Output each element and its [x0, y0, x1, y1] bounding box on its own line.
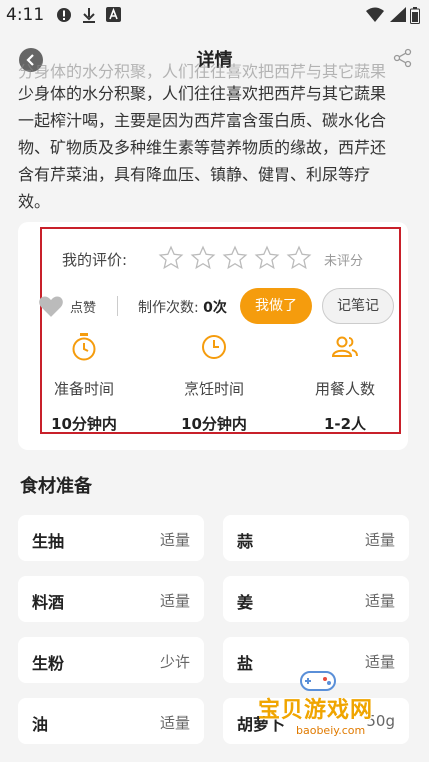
ingredient-item: 料酒 适量 — [18, 576, 204, 622]
ingredient-amount: 适量 — [159, 714, 190, 732]
rating-status: 未评分 — [324, 254, 364, 269]
stat-label: 准备时间 — [53, 380, 114, 398]
stat-value: 10分钟内 — [181, 415, 247, 433]
stat-prep-time: 准备时间 10分钟内 — [24, 332, 144, 434]
ingredient-item: 油 适量 — [18, 698, 204, 744]
ingredient-amount: 适量 — [159, 592, 190, 610]
status-bar: 4:11 — [0, 0, 429, 30]
app-a-icon — [106, 7, 121, 26]
ingredient-item: 姜 适量 — [223, 576, 409, 622]
ingredient-name: 生粉 — [32, 654, 65, 673]
star-icon[interactable] — [158, 245, 184, 271]
description-line: 物、矿物质及多种维生素等营养物质的缘故，西芹还 — [18, 138, 387, 157]
watermark: 宝贝游戏网 baobeiy.com — [258, 668, 408, 738]
clock-icon — [202, 335, 226, 359]
description-line: 一起榨汁喝，主要是因为西芹富含蛋白质、碳水化合 — [18, 111, 387, 130]
star-rating[interactable] — [158, 245, 312, 271]
watermark-url: baobeiy.com — [296, 724, 366, 737]
ingredient-amount: 适量 — [364, 531, 395, 549]
stat-label: 用餐人数 — [314, 380, 375, 398]
watermark-text: 宝贝游戏网 — [258, 698, 374, 723]
stat-label: 烹饪时间 — [183, 380, 244, 398]
make-count-label: 制作次数: — [138, 300, 199, 316]
stat-value: 1-2人 — [323, 415, 367, 433]
stat-servings: 用餐人数 1-2人 — [285, 332, 405, 434]
ingredient-item: 生粉 少许 — [18, 637, 204, 683]
ingredient-amount: 少许 — [159, 653, 190, 671]
stat-cook-time: 烹饪时间 10分钟内 — [154, 332, 274, 434]
heart-icon — [39, 296, 63, 317]
status-time: 4:11 — [6, 5, 45, 25]
like-button[interactable]: 点赞 — [38, 294, 96, 318]
rating-label: 我的评价: — [62, 251, 128, 269]
ingredients-title: 食材准备 — [20, 476, 92, 497]
ingredient-name: 蒜 — [237, 532, 254, 551]
star-icon[interactable] — [286, 245, 312, 271]
wifi-icon — [366, 7, 384, 26]
recipe-description: 分身体的水分积聚，人们往往喜欢把西芹与其它蔬果 少身体的水分积聚，人们往往喜欢把… — [18, 58, 413, 215]
description-faded-line: 分身体的水分积聚，人们往往喜欢把西芹与其它蔬果 — [18, 62, 387, 80]
people-icon — [331, 336, 358, 357]
like-label: 点赞 — [70, 300, 97, 316]
ingredient-amount: 适量 — [159, 531, 190, 549]
download-icon — [82, 7, 96, 27]
gamepad-icon — [300, 671, 336, 691]
ingredient-item: 生抽 适量 — [18, 515, 204, 561]
star-icon[interactable] — [190, 245, 216, 271]
stat-value: 10分钟内 — [51, 415, 117, 433]
signal-icon — [390, 7, 406, 26]
stopwatch-icon — [72, 333, 96, 361]
star-icon[interactable] — [254, 245, 280, 271]
ingredient-name: 料酒 — [32, 593, 65, 612]
divider — [117, 296, 118, 316]
make-count-value: 0次 — [203, 300, 227, 316]
alert-icon — [56, 7, 72, 27]
ingredient-name: 生抽 — [32, 532, 65, 551]
ingredient-name: 油 — [32, 715, 49, 734]
ingredient-amount: 适量 — [364, 592, 395, 610]
did-it-button[interactable]: 我做了 — [240, 288, 312, 324]
take-note-button[interactable]: 记笔记 — [322, 288, 394, 324]
description-line: 少身体的水分积聚，人们往往喜欢把西芹与其它蔬果 — [18, 84, 387, 103]
description-line: 含有芹菜油，具有降血压、镇静、健胃、利尿等疗 — [18, 165, 371, 184]
ingredient-item: 蒜 适量 — [223, 515, 409, 561]
description-line: 效。 — [18, 192, 51, 211]
star-icon[interactable] — [222, 245, 248, 271]
make-count: 制作次数: 0次 — [138, 297, 227, 317]
battery-icon — [410, 7, 420, 28]
ingredient-name: 姜 — [237, 593, 254, 612]
ingredient-name: 盐 — [237, 654, 254, 673]
